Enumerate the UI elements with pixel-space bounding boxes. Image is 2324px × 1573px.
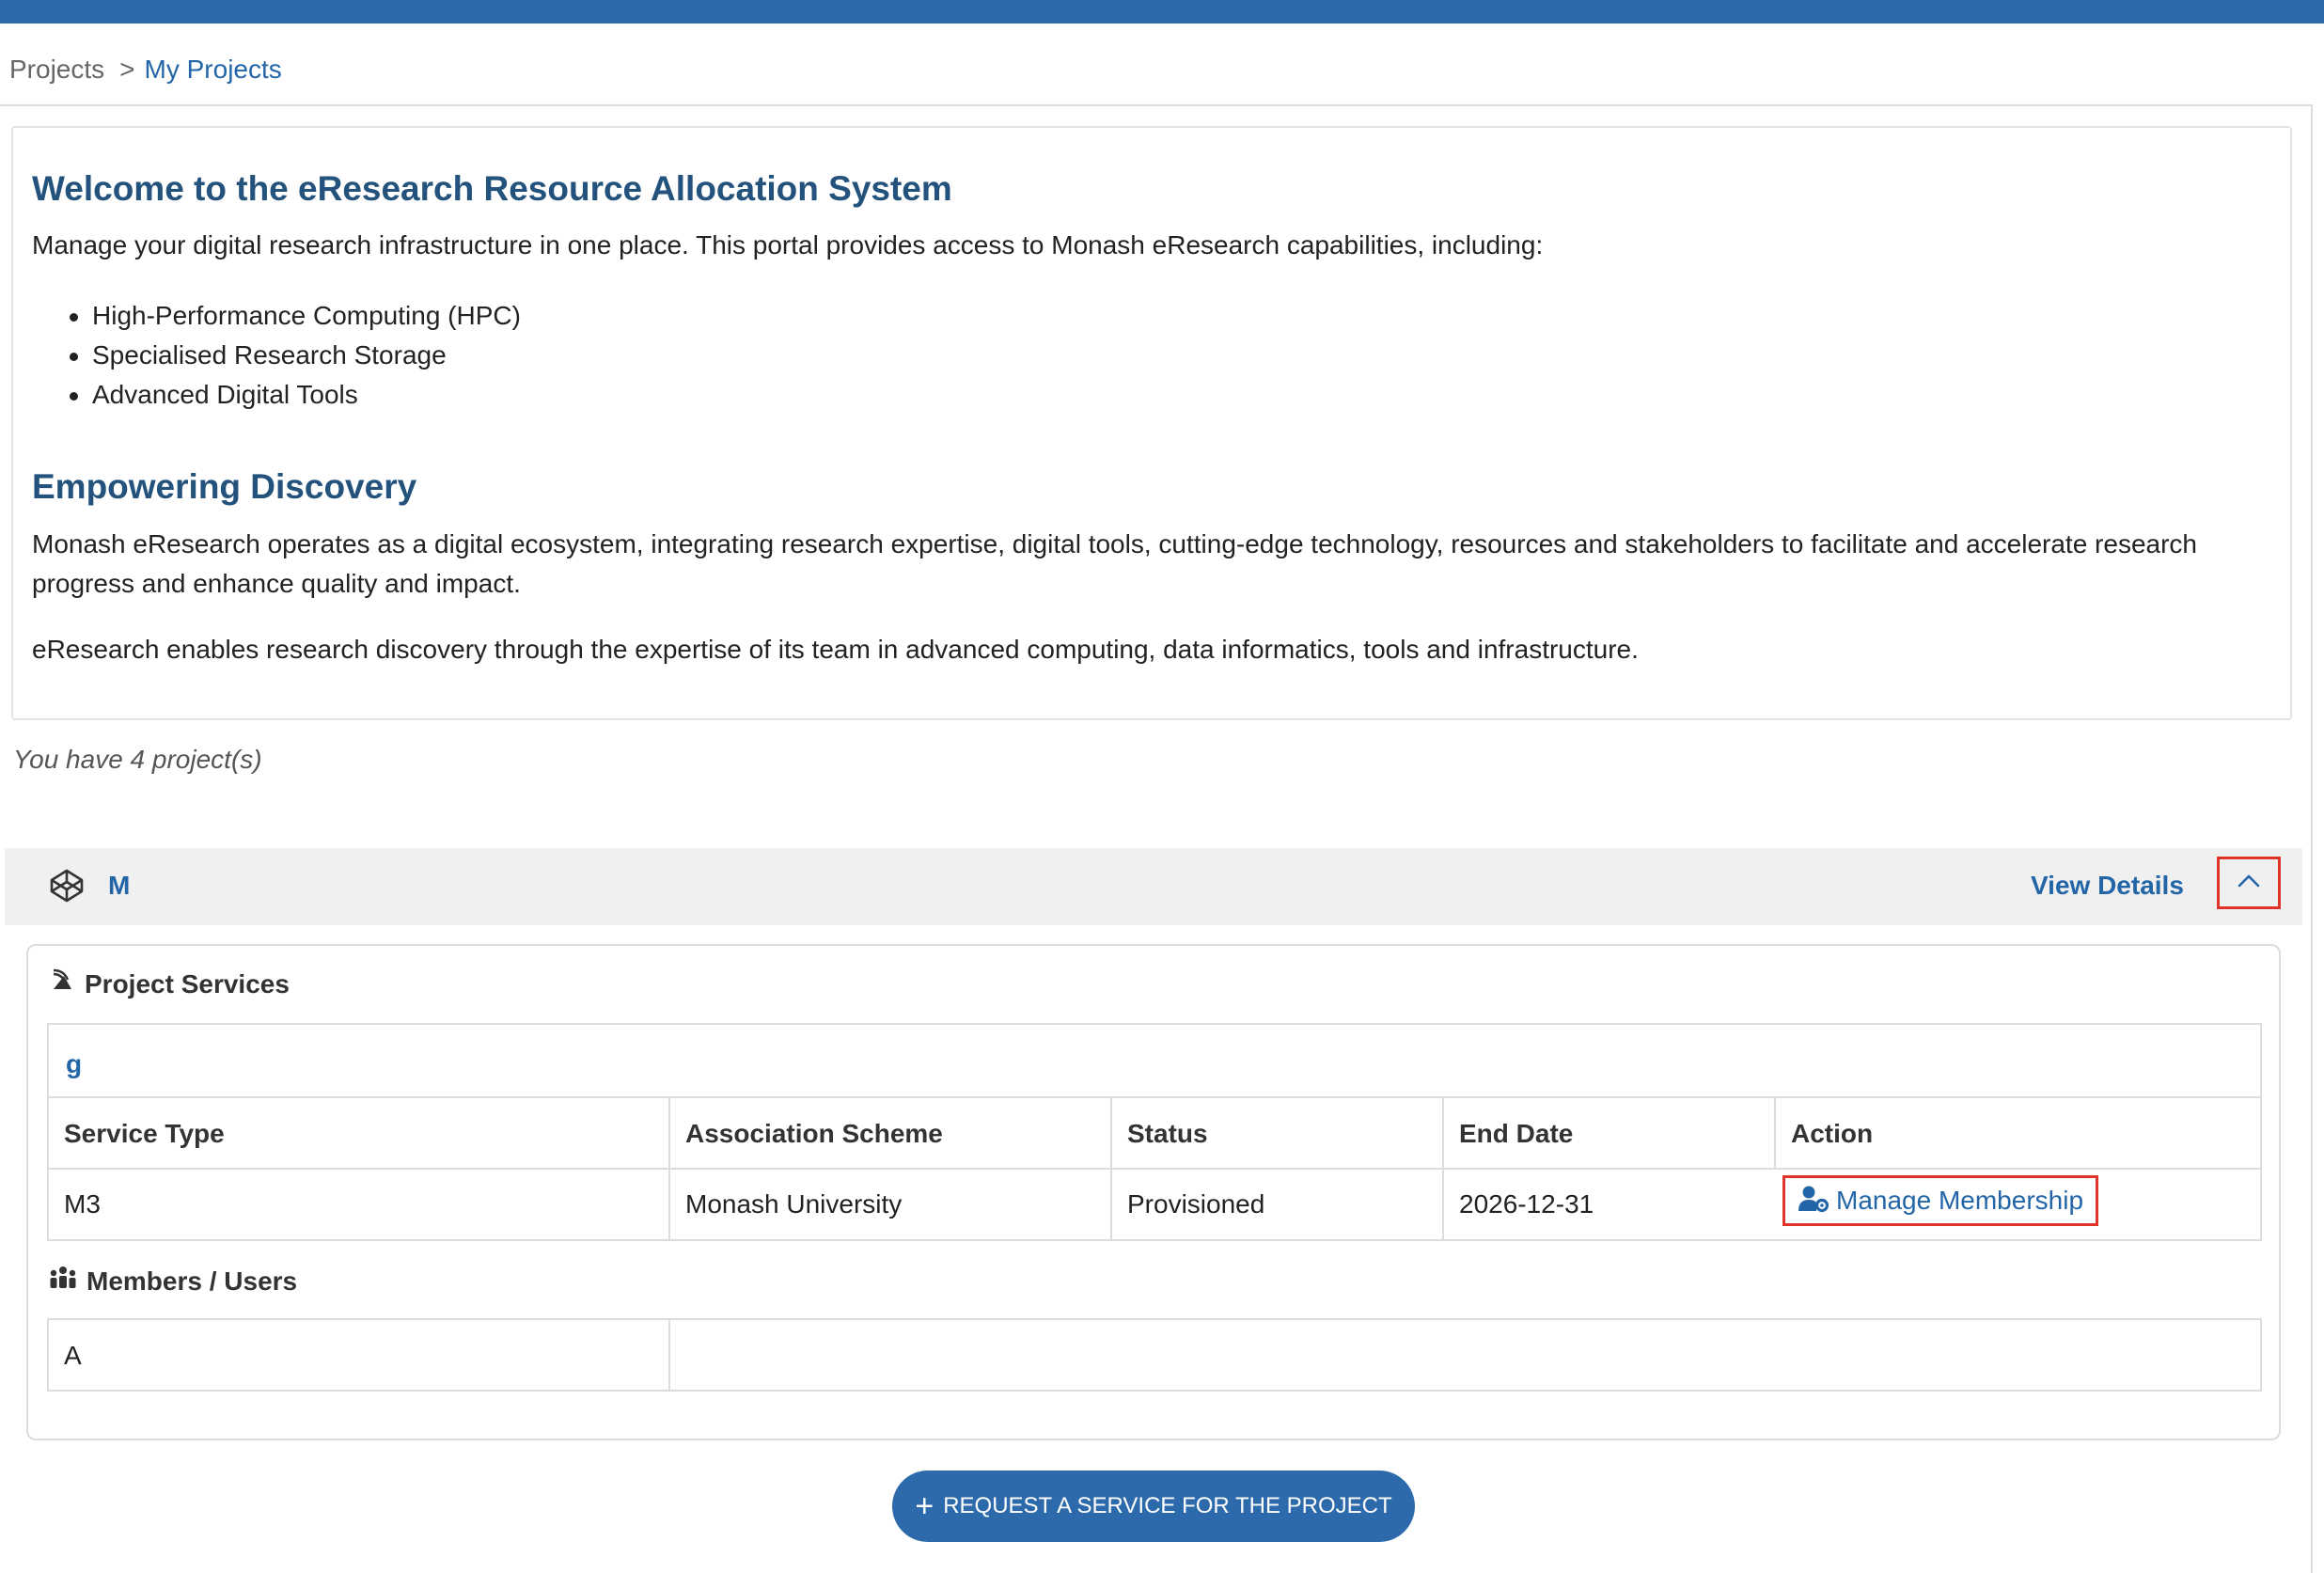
request-service-button[interactable]: + REQUEST A SERVICE FOR THE PROJECT — [892, 1471, 1415, 1542]
welcome-panel — [11, 126, 2292, 720]
column-header-action: Action — [1774, 1098, 2260, 1170]
discovery-heading: Empowering Discovery — [32, 467, 417, 506]
cell-status: Provisioned — [1110, 1170, 1442, 1239]
manage-membership-button[interactable]: Manage Membership — [1782, 1175, 2098, 1226]
list-item: High-Performance Computing (HPC) — [32, 296, 521, 336]
chevron-up-icon — [2237, 873, 2261, 893]
request-service-label: REQUEST A SERVICE FOR THE PROJECT — [943, 1493, 1392, 1518]
cell-service-type: M3 — [64, 1189, 101, 1219]
members-heading: Members / Users — [49, 1266, 297, 1297]
member-name: A — [64, 1341, 82, 1370]
view-details-link[interactable]: View Details — [2031, 871, 2184, 901]
list-item: Specialised Research Storage — [32, 336, 521, 375]
discovery-paragraph: Monash eResearch operates as a digital e… — [32, 529, 2197, 598]
column-header-association-scheme: Association Scheme — [668, 1098, 1110, 1170]
column-divider — [668, 1320, 670, 1390]
project-count: You have 4 project(s) — [13, 745, 262, 774]
list-item: Advanced Digital Tools — [32, 375, 521, 415]
codepen-icon — [48, 867, 86, 904]
people-group-icon — [49, 1266, 86, 1297]
service-group-row: g — [49, 1025, 2260, 1098]
breadcrumb-projects-link[interactable]: Projects — [9, 55, 104, 84]
welcome-heading: Welcome to the eResearch Resource Alloca… — [32, 169, 952, 208]
cell-association-scheme: Monash University — [668, 1170, 1110, 1239]
column-header-service-type: Service Type — [49, 1098, 668, 1170]
enables-paragraph: eResearch enables research discovery thr… — [32, 635, 1639, 664]
project-services-heading: Project Services — [51, 968, 290, 999]
manage-membership-label: Manage Membership — [1836, 1186, 2084, 1215]
service-group-link[interactable]: g — [66, 1049, 82, 1079]
breadcrumb-separator: > — [119, 55, 135, 84]
satellite-dish-icon — [51, 968, 85, 999]
column-header-end-date: End Date — [1442, 1098, 1774, 1170]
members-table: A — [47, 1318, 2262, 1392]
cell-end-date: 2026-12-31 — [1442, 1170, 1774, 1239]
breadcrumb: Projects > My Projects — [9, 55, 282, 85]
breadcrumb-my-projects[interactable]: My Projects — [145, 55, 282, 84]
project-name-link[interactable]: M — [108, 871, 130, 901]
collapse-button[interactable] — [2217, 857, 2281, 909]
welcome-intro: Manage your digital research infrastruct… — [32, 230, 1544, 260]
column-header-status: Status — [1110, 1098, 1442, 1170]
project-header[interactable]: M View Details — [5, 848, 2302, 925]
user-gear-icon — [1798, 1185, 1836, 1218]
plus-icon: + — [915, 1488, 934, 1524]
capabilities-list: High-Performance Computing (HPC) Special… — [32, 296, 521, 415]
top-navigation-bar — [0, 0, 2324, 24]
members-title: Members / Users — [86, 1266, 298, 1296]
project-services-title: Project Services — [85, 968, 290, 999]
